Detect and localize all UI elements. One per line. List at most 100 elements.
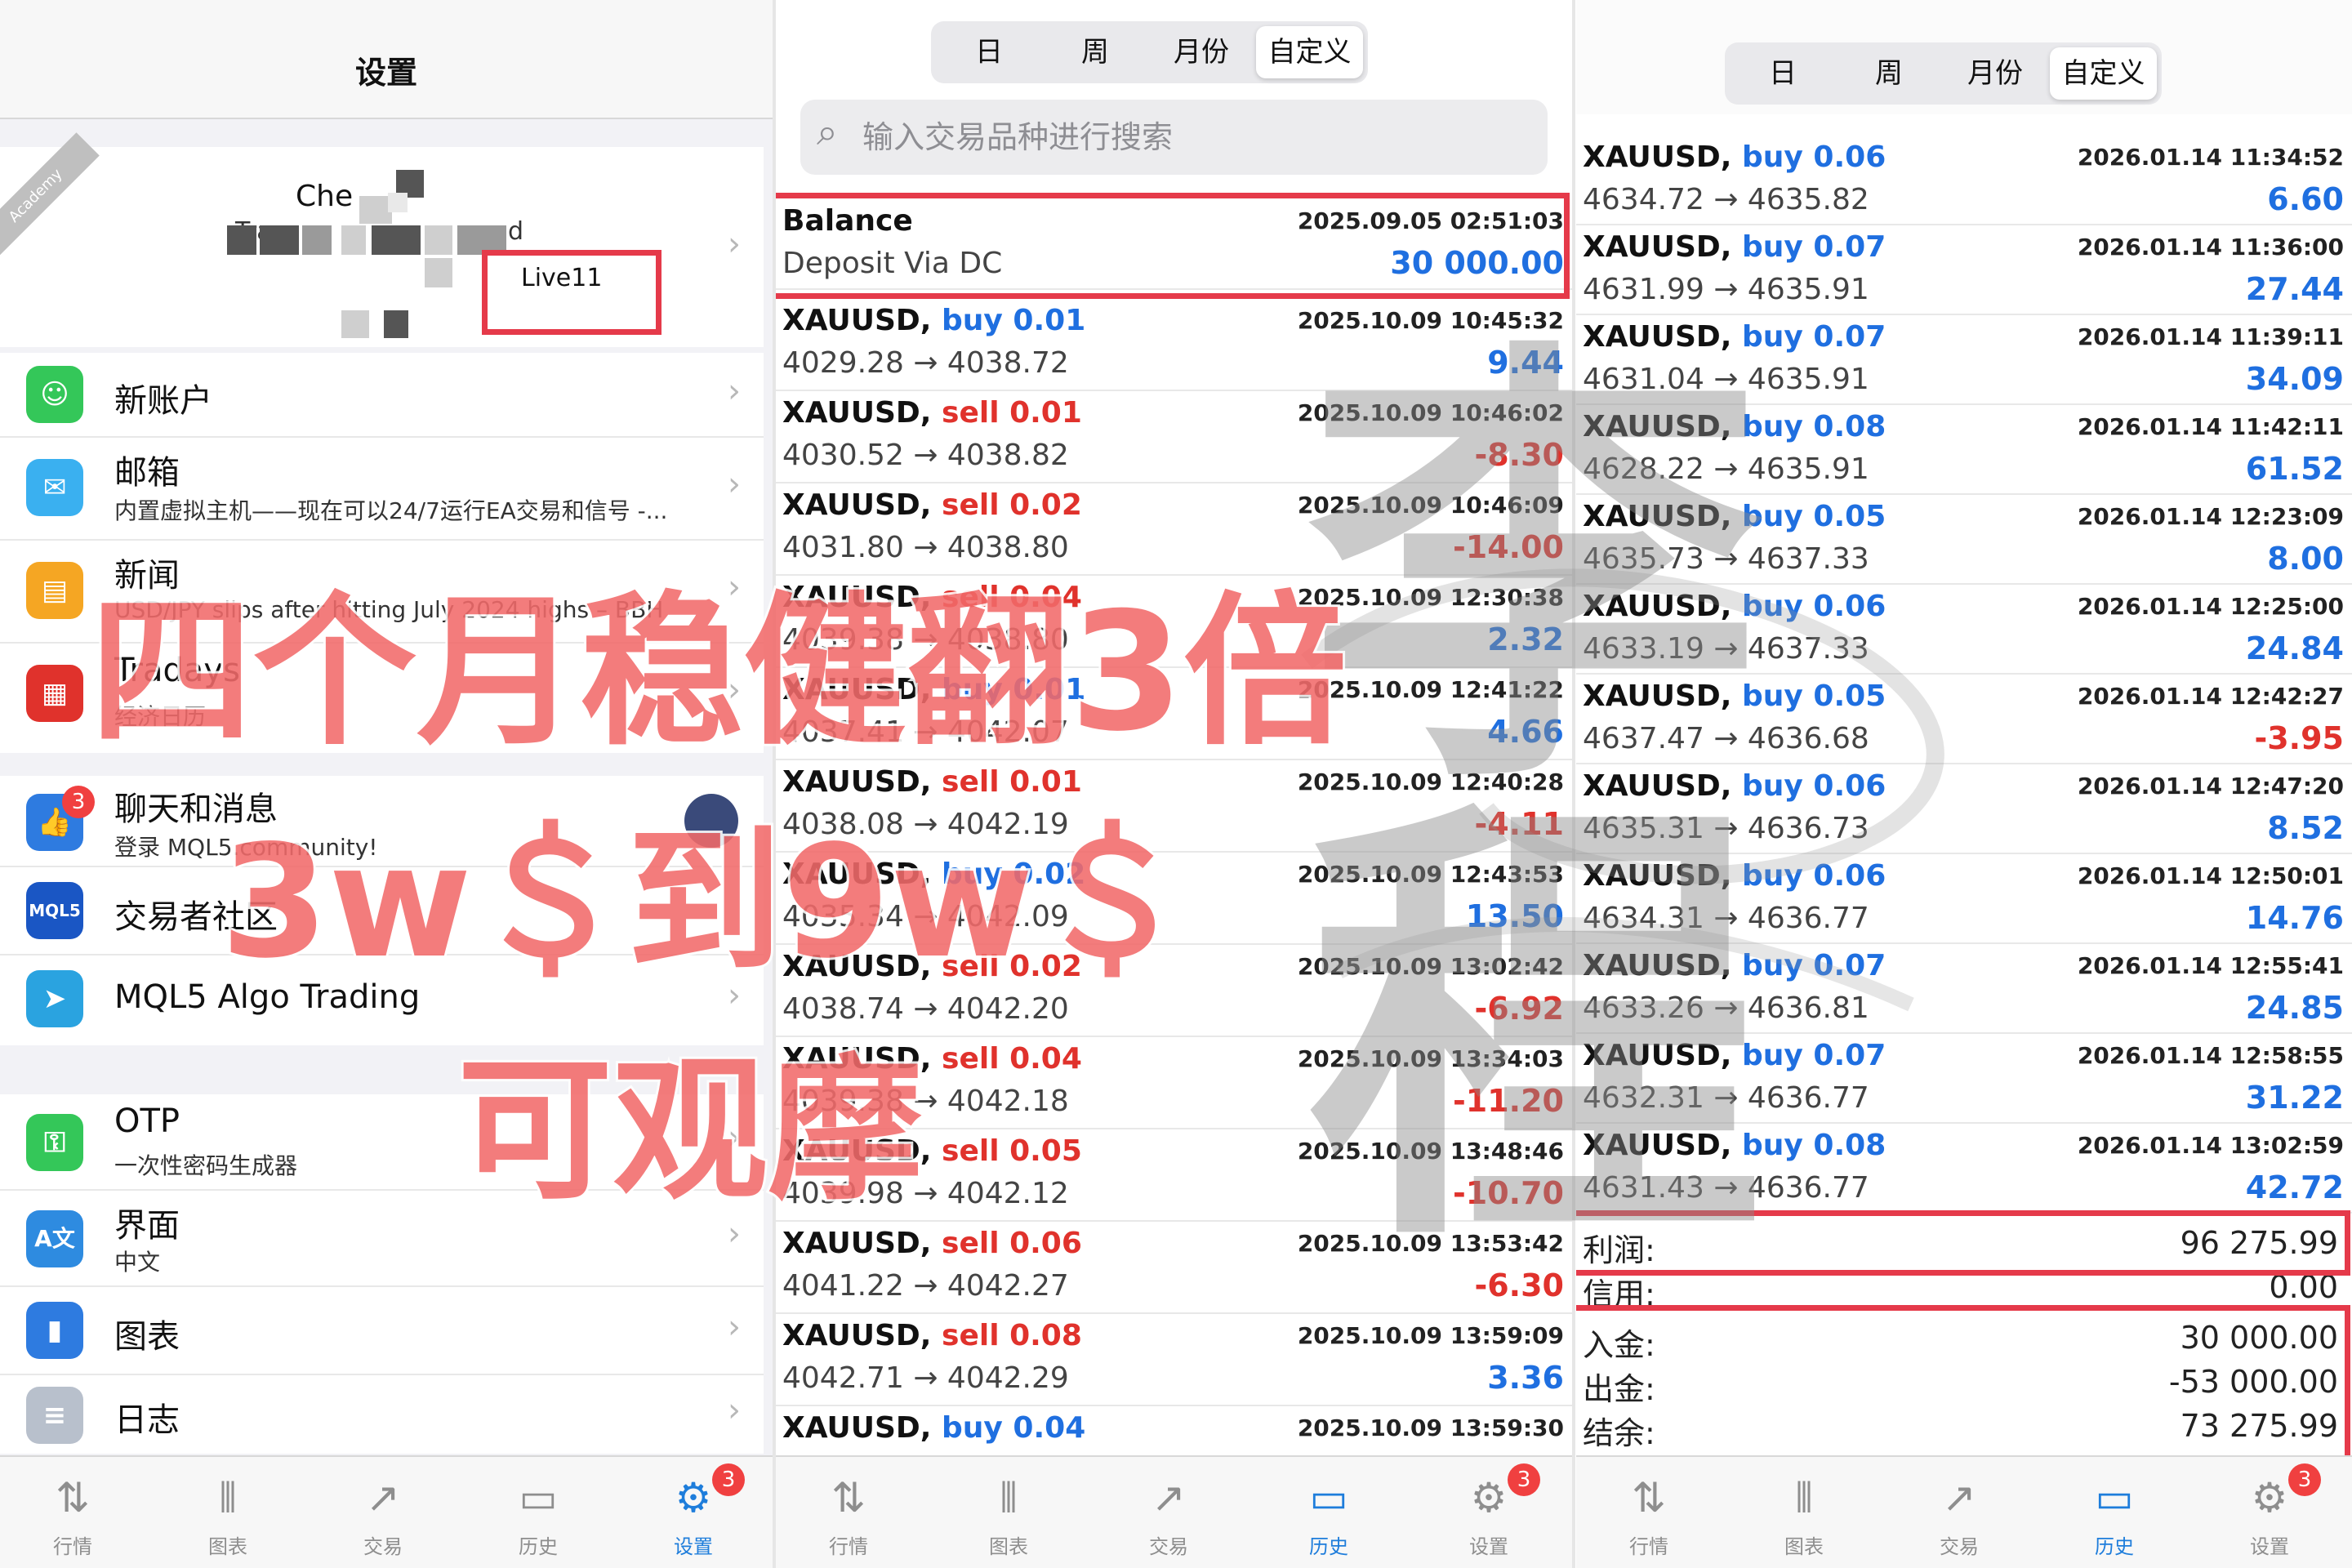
deal-profit: 8.52 <box>2267 810 2344 846</box>
tab-quotes[interactable]: ⇅ 行情 <box>11 1457 134 1568</box>
tab-label: 行情 <box>1629 1535 1668 1558</box>
deal-side: buy 0.07 <box>1742 1039 1886 1072</box>
deal-side: sell 0.08 <box>942 1319 1082 1352</box>
deal-symbol: XAUUSD, buy 0.06 <box>1583 140 1886 174</box>
deal-symbol-text: XAUUSD, <box>782 488 932 522</box>
deal-row[interactable]: XAUUSD, buy 0.07 2026.01.14 12:55:41 4633.… <box>1576 944 2352 1034</box>
deal-profit: -11.20 <box>1453 1083 1564 1119</box>
deal-profit: -8.30 <box>1474 437 1564 473</box>
deal-row[interactable]: XAUUSD, buy 0.05 2026.01.14 12:23:09 4635.… <box>1576 495 2352 585</box>
search-input[interactable] <box>862 111 1516 163</box>
menu-item-mailbox[interactable]: ✉ 邮箱 内置虚拟主机——现在可以24/7运行EA交易和信号 -... › <box>0 438 764 541</box>
deal-row[interactable]: XAUUSD, sell 0.06 2025.10.09 13:53:42 4041… <box>776 1222 1572 1314</box>
tab-history[interactable]: ▭ 历史 <box>1267 1457 1390 1568</box>
deal-side: sell 0.02 <box>942 488 1082 522</box>
highlight-box <box>1576 1210 2350 1276</box>
deal-prices: 4634.31 → 4636.77 <box>1583 902 1869 935</box>
deal-row[interactable]: XAUUSD, sell 0.01 2025.10.09 10:46:02 4030… <box>776 391 1572 483</box>
deal-row[interactable]: XAUUSD, buy 0.06 2026.01.14 12:50:01 4634.… <box>1576 854 2352 944</box>
deal-time: 2026.01.14 11:36:00 <box>2077 234 2344 261</box>
deal-symbol: XAUUSD, buy 0.07 <box>1583 949 1886 982</box>
deal-row[interactable]: XAUUSD, buy 0.07 2026.01.14 12:58:55 4632.… <box>1576 1034 2352 1124</box>
deal-prices: 4635.73 → 4637.33 <box>1583 542 1869 576</box>
tab-trade[interactable]: ↗ 交易 <box>1107 1457 1230 1568</box>
tab-chart[interactable]: ⫴ 图表 <box>167 1457 289 1568</box>
menu-item-journal[interactable]: ≡ 日志 › <box>0 1375 764 1454</box>
menu-item-label: 界面 <box>114 1207 180 1245</box>
deal-side: sell 0.05 <box>942 1134 1082 1168</box>
deal-side: sell 0.06 <box>942 1227 1082 1260</box>
tab-settings[interactable]: ⚙ 3 设置 <box>632 1457 755 1568</box>
deal-symbol: XAUUSD, buy 0.07 <box>1583 230 1886 264</box>
quotes-icon: ⇅ <box>831 1474 866 1521</box>
deal-row[interactable]: XAUUSD, buy 0.07 2026.01.14 11:39:11 4631.… <box>1576 315 2352 405</box>
deal-row[interactable]: XAUUSD, buy 0.05 2026.01.14 12:42:27 4637.… <box>1576 675 2352 764</box>
period-month[interactable]: 月份 <box>1148 26 1254 78</box>
deal-row[interactable]: XAUUSD, buy 0.06 2026.01.14 12:25:00 4633.… <box>1576 585 2352 675</box>
tab-settings[interactable]: ⚙ 3 设置 <box>1428 1457 1550 1568</box>
deal-symbol-text: XAUUSD, <box>782 304 932 337</box>
tab-settings[interactable]: ⚙ 3 设置 <box>2208 1457 2331 1568</box>
deal-profit: 13.50 <box>1465 898 1564 934</box>
chart-icon: ⫴ <box>1795 1474 1813 1521</box>
period-custom[interactable]: 自定义 <box>2050 47 2157 100</box>
translate-icon: A文 <box>26 1210 83 1267</box>
tab-label: 图表 <box>208 1535 247 1558</box>
pixel-mask <box>260 225 299 255</box>
tab-quotes[interactable]: ⇅ 行情 <box>1588 1457 1710 1568</box>
period-week[interactable]: 周 <box>1836 47 1942 100</box>
deal-row[interactable]: XAUUSD, buy 0.06 2026.01.14 12:47:20 4635.… <box>1576 764 2352 854</box>
deal-prices: 4041.22 → 4042.27 <box>782 1269 1069 1303</box>
deal-row[interactable]: XAUUSD, buy 0.01 2025.10.09 10:45:32 4029.… <box>776 299 1572 391</box>
deal-time: 2026.01.14 12:42:27 <box>2077 683 2344 710</box>
deal-time: 2026.01.14 11:34:52 <box>2077 144 2344 171</box>
deal-side: sell 0.01 <box>942 396 1082 430</box>
account-card[interactable]: Academy Che Tra d Live11 › <box>0 132 764 347</box>
settings-header: 设置 <box>0 0 773 119</box>
chevron-right-icon: › <box>728 372 741 410</box>
deal-time: 2026.01.14 12:47:20 <box>2077 773 2344 800</box>
settings-badge: 3 <box>1508 1463 1540 1496</box>
deal-row[interactable]: XAUUSD, buy 0.07 2026.01.14 11:36:00 4631.… <box>1576 225 2352 315</box>
tab-trade[interactable]: ↗ 交易 <box>322 1457 444 1568</box>
highlight-box <box>776 193 1570 299</box>
deal-symbol-text: XAUUSD, <box>1583 679 1732 713</box>
deal-profit: -4.11 <box>1474 806 1564 842</box>
tab-history[interactable]: ▭ 历史 <box>477 1457 599 1568</box>
deal-symbol: XAUUSD, buy 0.05 <box>1583 500 1886 533</box>
period-month[interactable]: 月份 <box>1942 47 2048 100</box>
deal-prices: 4633.19 → 4637.33 <box>1583 632 1869 666</box>
menu-item-charts[interactable]: ▮ 图表 › <box>0 1287 764 1375</box>
tab-label: 交易 <box>363 1535 403 1558</box>
period-day[interactable]: 日 <box>936 26 1042 78</box>
tab-chart[interactable]: ⫴ 图表 <box>1743 1457 1865 1568</box>
tab-label: 设置 <box>674 1535 713 1558</box>
deal-prices: 4631.43 → 4636.77 <box>1583 1171 1869 1205</box>
deal-profit: 42.72 <box>2245 1169 2344 1205</box>
tab-history[interactable]: ▭ 历史 <box>2053 1457 2176 1568</box>
deal-symbol-text: XAUUSD, <box>1583 949 1732 982</box>
deal-profit: 34.09 <box>2245 361 2344 397</box>
tab-quotes[interactable]: ⇅ 行情 <box>787 1457 910 1568</box>
deal-row[interactable]: XAUUSD, sell 0.08 2025.10.09 13:59:09 4042… <box>776 1314 1572 1406</box>
symbol-search: ⌕ <box>800 100 1548 175</box>
deal-row[interactable]: XAUUSD, buy 0.08 2026.01.14 11:42:11 4628.… <box>1576 405 2352 495</box>
period-day[interactable]: 日 <box>1730 47 1836 100</box>
deal-symbol: XAUUSD, sell 0.08 <box>782 1319 1082 1352</box>
period-custom[interactable]: 自定义 <box>1256 26 1363 78</box>
deal-symbol: XAUUSD, buy 0.07 <box>1583 1039 1886 1072</box>
deal-symbol-text: XAUUSD, <box>782 1227 932 1260</box>
tab-trade[interactable]: ↗ 交易 <box>1898 1457 2020 1568</box>
deal-row[interactable]: XAUUSD, buy 0.06 2026.01.14 11:34:52 4634.… <box>1576 136 2352 225</box>
menu-item-new-account[interactable]: ☺ 新账户 › <box>0 353 764 438</box>
promo-observe: 可观摩 <box>455 1038 925 1223</box>
menu-item-subtitle: 中文 <box>114 1249 161 1276</box>
deal-profit: 4.66 <box>1487 714 1564 750</box>
deal-row[interactable]: XAUUSD, buy 0.08 2026.01.14 13:02:59 4631.… <box>1576 1124 2352 1214</box>
tab-label: 设置 <box>1469 1535 1508 1558</box>
period-week[interactable]: 周 <box>1042 26 1148 78</box>
tab-chart[interactable]: ⫴ 图表 <box>947 1457 1070 1568</box>
deal-profit: 27.44 <box>2245 271 2344 307</box>
tab-label: 设置 <box>2250 1535 2289 1558</box>
account-name: Che <box>296 180 354 213</box>
